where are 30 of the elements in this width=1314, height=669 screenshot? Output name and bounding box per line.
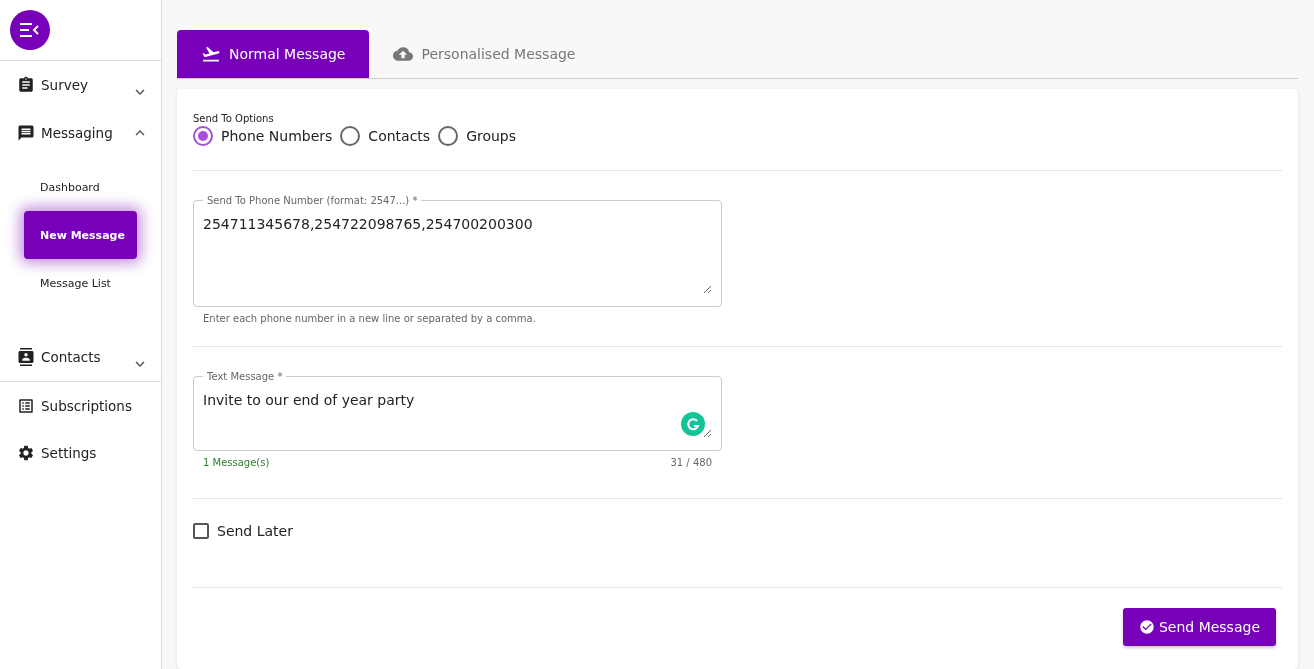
clipboard-icon bbox=[17, 76, 35, 94]
contact-card-icon bbox=[17, 348, 35, 366]
radio-option[interactable]: Groups bbox=[438, 126, 517, 146]
nav-subitem[interactable]: New Message bbox=[24, 211, 137, 259]
menu-icon bbox=[20, 23, 40, 37]
message-count: 1 Message(s) bbox=[203, 457, 270, 468]
nav-subitem[interactable]: Dashboard bbox=[24, 163, 137, 211]
cloud-upload-icon bbox=[393, 44, 414, 64]
tab[interactable]: Normal Message bbox=[177, 30, 370, 78]
settings-icon bbox=[17, 444, 35, 462]
chat-bubble-icon bbox=[17, 124, 35, 142]
radio-option[interactable]: Contacts bbox=[340, 126, 431, 146]
list-icon bbox=[17, 396, 35, 415]
nav-item[interactable]: Settings bbox=[0, 429, 161, 477]
nav-item[interactable]: Survey bbox=[0, 61, 161, 109]
nav-subitem[interactable]: Message List bbox=[24, 259, 137, 307]
phone-input-field[interactable]: Send To Phone Number (format: 2547...) * 254711345678,254722098765,254700200300 bbox=[193, 195, 722, 307]
helper-text: Enter each phone number in a new line or separated by a comma. bbox=[203, 313, 536, 324]
menu-button[interactable] bbox=[10, 10, 50, 50]
message-input-field[interactable]: Text Message * Invite to our end of year party bbox=[193, 371, 722, 451]
tab[interactable]: Personalised Message bbox=[369, 30, 600, 78]
char-counter: 31 / 480 bbox=[670, 457, 712, 468]
field-label: Send To Options bbox=[193, 113, 275, 124]
plane-icon bbox=[201, 44, 221, 64]
send-message-button[interactable]: Send Message bbox=[1122, 608, 1276, 646]
nav-item[interactable]: Subscriptions bbox=[0, 381, 161, 429]
send-later-checkbox[interactable]: Send Later bbox=[193, 523, 1282, 539]
nav-item[interactable]: Messaging bbox=[0, 109, 161, 157]
radio-option[interactable]: Phone Numbers bbox=[193, 126, 333, 146]
nav-item[interactable]: Contacts bbox=[0, 333, 161, 381]
